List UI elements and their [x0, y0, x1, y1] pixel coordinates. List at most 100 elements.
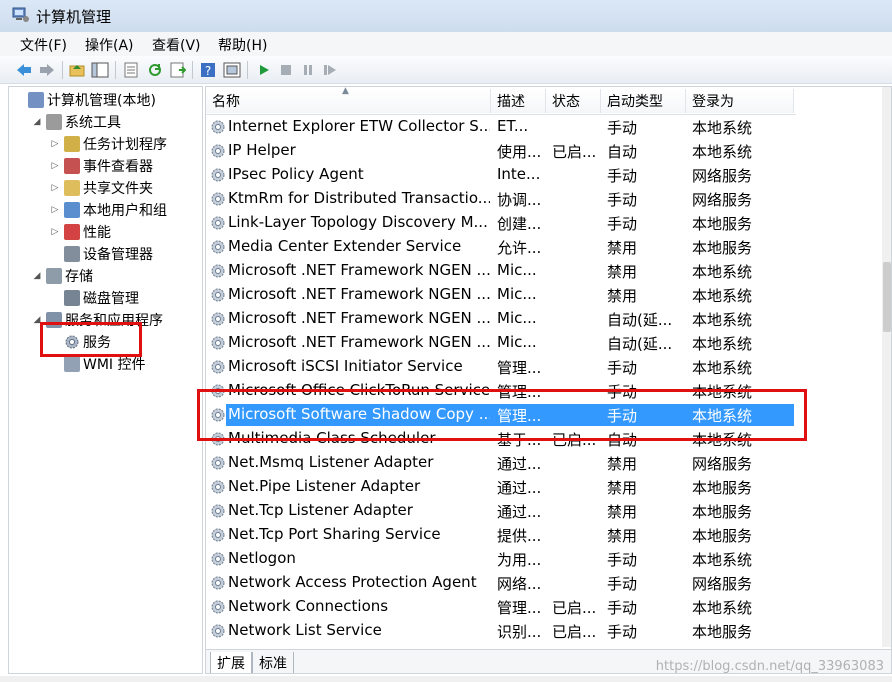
window-title: 计算机管理: [36, 8, 112, 26]
tree-item-label: 存储: [65, 269, 93, 285]
column-header-name[interactable]: 名称 ▲: [206, 87, 491, 113]
console-icon[interactable]: [222, 60, 242, 80]
service-row[interactable]: Microsoft iSCSI Initiator Service 管理... 手动…: [206, 355, 796, 379]
service-gear-icon: [210, 311, 226, 327]
service-description: 创建...: [497, 215, 542, 233]
tree-item[interactable]: ▷ 任务计划程序: [49, 133, 167, 155]
service-row[interactable]: Link-Layer Topology Discovery M... 创建... 手…: [206, 211, 796, 235]
tree-item[interactable]: ◢ 存储: [31, 265, 93, 287]
service-row[interactable]: KtmRm for Distributed Transactio... 协调...…: [206, 187, 796, 211]
menu-action[interactable]: 操作(A): [85, 35, 134, 55]
tab-extended[interactable]: 扩展: [210, 652, 252, 673]
resume-icon[interactable]: [320, 60, 340, 80]
service-row[interactable]: Multimedia Class Scheduler 基于... 已启... 自动 本地…: [206, 427, 796, 451]
scrollbar-thumb[interactable]: [883, 262, 891, 332]
properties-icon[interactable]: [168, 60, 188, 80]
service-row[interactable]: Microsoft Office ClickToRun Service 管理...…: [206, 379, 796, 403]
service-name: KtmRm for Distributed Transactio...: [228, 189, 490, 207]
service-logon-as: 本地系统: [692, 335, 753, 353]
show-tree-icon[interactable]: [90, 60, 110, 80]
service-name: Network List Service: [228, 621, 382, 639]
service-name: Network Access Protection Agent: [228, 573, 477, 591]
tab-standard[interactable]: 标准: [252, 652, 294, 673]
service-name: Microsoft Office ClickToRun Service: [228, 381, 490, 399]
tree-expander-icon[interactable]: ▷: [49, 161, 61, 171]
service-row[interactable]: IP Helper 使用... 已启... 自动 本地系统: [206, 139, 796, 163]
stop-icon[interactable]: [276, 60, 296, 80]
service-row[interactable]: Net.Tcp Listener Adapter 通过... 禁用 本地服务: [206, 499, 796, 523]
service-row[interactable]: Microsoft .NET Framework NGEN ... Mic... 自…: [206, 307, 796, 331]
tree-expander-icon[interactable]: ▷: [49, 227, 61, 237]
tree-expander-icon[interactable]: ▷: [49, 139, 61, 149]
service-description: Inte...: [497, 165, 541, 183]
export-list-icon[interactable]: [121, 60, 141, 80]
service-row[interactable]: Net.Tcp Port Sharing Service 提供... 禁用 本地服务: [206, 523, 796, 547]
service-row[interactable]: Network List Service 识别... 已启... 手动 本地服务: [206, 619, 796, 643]
service-row[interactable]: Microsoft .NET Framework NGEN ... Mic... 禁…: [206, 283, 796, 307]
services-list: 名称 ▲ 描述 状态 启动类型 登录为 Internet Explorer ET…: [205, 86, 892, 674]
service-gear-icon: [210, 527, 226, 543]
forward-arrow-icon[interactable]: [37, 60, 57, 80]
column-header-description[interactable]: 描述: [491, 89, 546, 113]
refresh-icon[interactable]: [145, 60, 165, 80]
tree-expander-icon[interactable]: ▷: [49, 183, 61, 193]
service-name: Multimedia Class Scheduler: [228, 429, 436, 447]
up-folder-icon[interactable]: [67, 60, 87, 80]
tree-item[interactable]: ◢ 系统工具: [31, 111, 121, 133]
menu-view[interactable]: 查看(V): [152, 35, 201, 55]
tree-expander-icon[interactable]: ◢: [31, 315, 43, 325]
tree-item[interactable]: 服务: [49, 331, 111, 353]
tree-item[interactable]: ◢ 服务和应用程序: [31, 309, 163, 331]
service-row[interactable]: Microsoft .NET Framework NGEN ... Mic... 禁…: [206, 259, 796, 283]
service-logon-as: 本地系统: [692, 599, 753, 617]
tree-expander-icon[interactable]: ◢: [31, 117, 43, 127]
tools-icon: [46, 114, 62, 130]
service-row[interactable]: Microsoft .NET Framework NGEN ... Mic... 自…: [206, 331, 796, 355]
service-row[interactable]: Network Connections 管理... 已启... 手动 本地系统: [206, 595, 796, 619]
help-icon[interactable]: ?: [198, 60, 218, 80]
service-row[interactable]: Net.Pipe Listener Adapter 通过... 禁用 本地服务: [206, 475, 796, 499]
service-gear-icon: [210, 263, 226, 279]
service-description: Mic...: [497, 261, 537, 279]
service-row[interactable]: Network Access Protection Agent 网络... 手动 网络…: [206, 571, 796, 595]
tree-item-label: 服务和应用程序: [65, 313, 163, 329]
service-row[interactable]: Netlogon 为用... 手动 本地系统: [206, 547, 796, 571]
tree-item[interactable]: ▷ 性能: [49, 221, 111, 243]
service-logon-as: 网络服务: [692, 455, 753, 473]
service-gear-icon: [210, 623, 226, 639]
tree-item[interactable]: 设备管理器: [49, 243, 153, 265]
service-startup-type: 禁用: [607, 263, 638, 281]
tree-item[interactable]: ▷ 共享文件夹: [49, 177, 153, 199]
service-row[interactable]: Media Center Extender Service 允许... 禁用 本地服务: [206, 235, 796, 259]
tree-item[interactable]: ▷ 事件查看器: [49, 155, 153, 177]
service-row[interactable]: IPsec Policy Agent Inte... 手动 网络服务: [206, 163, 796, 187]
service-description: 识别...: [497, 623, 542, 641]
column-header-startup-type[interactable]: 启动类型: [601, 89, 686, 113]
service-startup-type: 禁用: [607, 527, 638, 545]
wmi-icon: [64, 356, 80, 372]
menu-help[interactable]: 帮助(H): [218, 35, 267, 55]
back-arrow-icon[interactable]: [14, 60, 34, 80]
vertical-scrollbar[interactable]: [882, 87, 891, 647]
column-header-status[interactable]: 状态: [546, 89, 601, 113]
service-startup-type: 自动: [607, 431, 638, 449]
tree-expander-icon[interactable]: ▷: [49, 205, 61, 215]
tree-item[interactable]: WMI 控件: [49, 353, 146, 375]
service-row[interactable]: Microsoft Software Shadow Copy ... 管理... 手…: [206, 403, 796, 427]
service-startup-type: 手动: [607, 167, 638, 185]
service-gear-icon: [210, 575, 226, 591]
tree-item[interactable]: 计算机管理(本地): [13, 89, 156, 111]
column-header-logon-as[interactable]: 登录为: [686, 89, 794, 113]
play-icon[interactable]: [254, 60, 274, 80]
menu-file[interactable]: 文件(F): [20, 35, 67, 55]
service-row[interactable]: Internet Explorer ETW Collector S... ET..…: [206, 115, 796, 139]
service-logon-as: 本地服务: [692, 479, 753, 497]
service-name: Microsoft .NET Framework NGEN ...: [228, 309, 490, 327]
tree-expander-icon[interactable]: ◢: [31, 271, 43, 281]
pause-icon[interactable]: [298, 60, 318, 80]
tree-item[interactable]: ▷ 本地用户和组: [49, 199, 167, 221]
service-row[interactable]: Net.Msmq Listener Adapter 通过... 禁用 网络服务: [206, 451, 796, 475]
tree-item[interactable]: 磁盘管理: [49, 287, 139, 309]
service-logon-as: 本地系统: [692, 431, 753, 449]
tree-item-label: 任务计划程序: [83, 137, 167, 153]
